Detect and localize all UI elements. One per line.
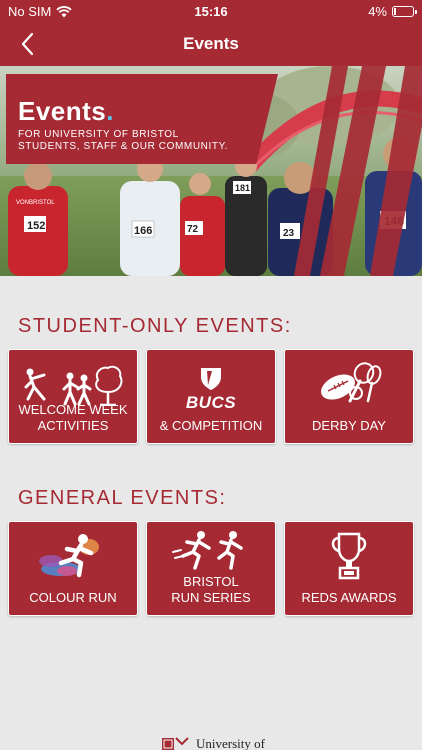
colour-run-label: COLOUR RUN [29, 590, 117, 605]
reds-awards-icon-wrap [285, 530, 413, 582]
university-name: University of [196, 736, 265, 750]
hero-subtitle: FOR UNIVERSITY OF BRISTOL STUDENTS, STAF… [18, 129, 268, 153]
clock: 15:16 [194, 4, 228, 19]
bib-152: 152 [27, 220, 45, 232]
colour-runner-icon [39, 534, 99, 578]
bib-72: 72 [187, 224, 199, 235]
battery-percent: 4% [368, 4, 387, 19]
hero-subtitle-line-2: STUDENTS, STAFF & OUR COMMUNITY. [18, 141, 228, 152]
status-bar: No SIM 15:16 4% [0, 0, 422, 22]
hero-banner-image: 152 166 72 181 146 23 VONBRISTOL Events.… [0, 66, 422, 276]
hero-title-dot: . [106, 96, 114, 126]
people-with-tree-icon [62, 365, 123, 406]
bucs-logo: BUCS [147, 364, 275, 414]
trophy-icon [331, 532, 367, 580]
reds-awards-label: REDS AWARDS [301, 590, 397, 605]
bucs-competition-tile[interactable]: BUCS & COMPETITION [146, 349, 276, 444]
battery-group: 4% [368, 4, 417, 19]
battery-fill [394, 8, 396, 15]
bib-166: 166 [134, 225, 152, 237]
student-events-heading: STUDENT-ONLY EVENTS: [18, 315, 292, 337]
derby-day-icons [285, 360, 413, 408]
hero-title: Events. [18, 96, 114, 126]
derby-day-label: DERBY DAY [312, 418, 386, 433]
bucs-competition-label: & COMPETITION [159, 418, 263, 433]
derby-day-tile[interactable]: DERBY DAY [284, 349, 414, 444]
bucs-wordmark: BUCS [185, 393, 237, 412]
bristol-run-series-label: BRISTOL RUN SERIES [171, 574, 251, 605]
colour-run-tile[interactable]: COLOUR RUN [8, 521, 138, 616]
general-events-heading: GENERAL EVENTS: [18, 487, 227, 509]
navigation-bar: Events [0, 22, 422, 66]
welcome-week-label: WELCOME WEEK ACTIVITIES [18, 402, 128, 433]
reds-awards-tile[interactable]: REDS AWARDS [284, 521, 414, 616]
university-logo: University of [162, 736, 265, 750]
page-title: Events [183, 34, 239, 53]
battery-icon [392, 6, 417, 17]
colour-run-icon-wrap [9, 532, 137, 580]
hero-title-banner: Events. FOR UNIVERSITY OF BRISTOL STUDEN… [6, 74, 278, 164]
bucs-shield-icon [201, 368, 221, 390]
rugby-tennis-badminton-icon [321, 362, 382, 403]
two-runners-icon [172, 531, 243, 570]
stretching-person-icon [24, 368, 46, 401]
shirt-print: VONBRISTOL [16, 200, 55, 206]
bristol-run-series-tile[interactable]: BRISTOL RUN SERIES [146, 521, 276, 616]
bib-181: 181 [235, 183, 250, 193]
bib-23: 23 [283, 228, 295, 239]
welcome-week-icons [9, 360, 137, 408]
university-crest-icon [162, 737, 189, 750]
run-series-icon-wrap [147, 528, 275, 572]
hero-subtitle-line-1: FOR UNIVERSITY OF BRISTOL [18, 129, 179, 140]
welcome-week-tile[interactable]: WELCOME WEEK ACTIVITIES [8, 349, 138, 444]
